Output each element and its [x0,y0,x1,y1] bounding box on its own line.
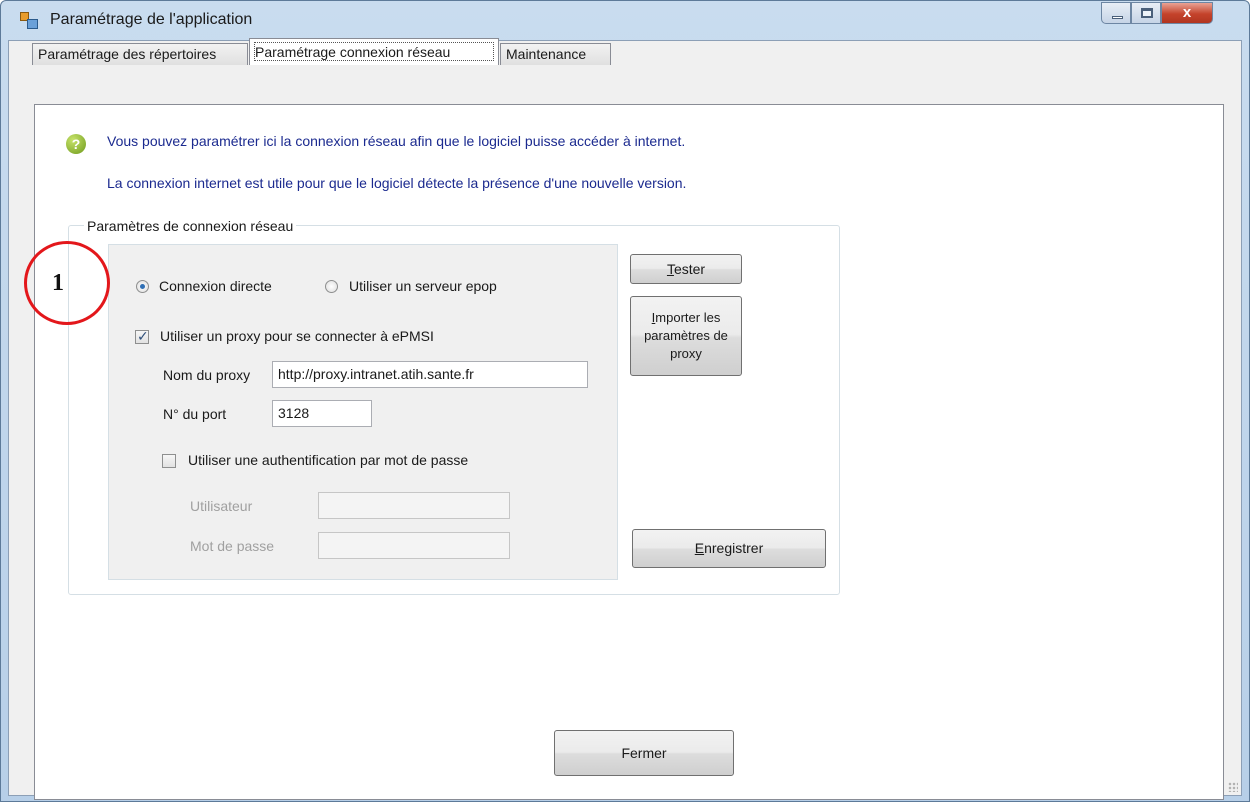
password-input[interactable] [318,532,510,559]
annotation-number: 1 [52,270,64,296]
close-window-button[interactable]: x [1161,2,1213,24]
proxy-port-input[interactable]: 3128 [272,400,372,427]
close-button[interactable]: Fermer [554,730,734,776]
proxy-name-input[interactable]: http://proxy.intranet.atih.sante.fr [272,361,588,388]
window-title: Paramétrage de l'application [50,11,253,28]
minimize-button[interactable] [1101,2,1131,24]
proxy-checkbox[interactable]: ✓ [135,328,149,344]
auth-checkbox[interactable] [162,454,176,468]
maximize-button[interactable] [1131,2,1161,24]
tester-button[interactable]: Tester [630,254,742,284]
user-input[interactable] [318,492,510,519]
proxy-name-label: Nom du proxy [163,367,251,383]
tester-label: ester [673,261,706,277]
radio-epop-server[interactable] [325,280,338,293]
radio-epop-label[interactable]: Utiliser un serveur epop [349,278,497,294]
title-bar[interactable]: Paramétrage de l'application x [1,1,1249,41]
app-icon [20,12,38,30]
save-label: nregistrer [704,540,764,556]
password-label: Mot de passe [190,538,275,554]
import-label-line3: proxy [670,346,702,361]
info-text-1: Vous pouvez paramétrer ici la connexion … [107,133,686,149]
maximize-icon [1141,8,1153,18]
focus-rectangle [254,42,494,61]
checkmark-icon: ✓ [137,328,149,344]
save-button[interactable]: Enregistrer [632,529,826,568]
group-title: Paramètres de connexion réseau [84,218,297,234]
tab-repertoires[interactable]: Paramétrage des répertoires [32,43,248,65]
radio-direct-connection[interactable] [136,280,149,293]
info-text-2: La connexion internet est utile pour que… [107,175,687,191]
save-mnemonic: E [694,540,705,556]
import-label-line1: mporter les [655,310,721,325]
import-proxy-button[interactable]: Importer les paramètres de proxy [630,296,742,376]
radio-selected-dot [140,284,145,289]
minimize-icon [1112,16,1123,19]
user-label: Utilisateur [190,498,253,514]
tab-maintenance[interactable]: Maintenance [500,43,611,65]
question-icon: ? [66,134,86,154]
tab-connexion-reseau[interactable]: Paramétrage connexion réseau [249,38,499,65]
auth-checkbox-label[interactable]: Utiliser une authentification par mot de… [188,452,468,468]
annotation-circle [24,241,110,325]
import-label-line2: paramètres de [644,328,728,343]
close-icon: x [1182,4,1192,21]
tester-mnemonic: T [666,261,674,277]
proxy-checkbox-label[interactable]: Utiliser un proxy pour se connecter à eP… [160,328,434,344]
proxy-port-label: N° du port [163,406,227,422]
radio-direct-label[interactable]: Connexion directe [159,278,272,294]
resize-grip[interactable] [1228,782,1238,792]
